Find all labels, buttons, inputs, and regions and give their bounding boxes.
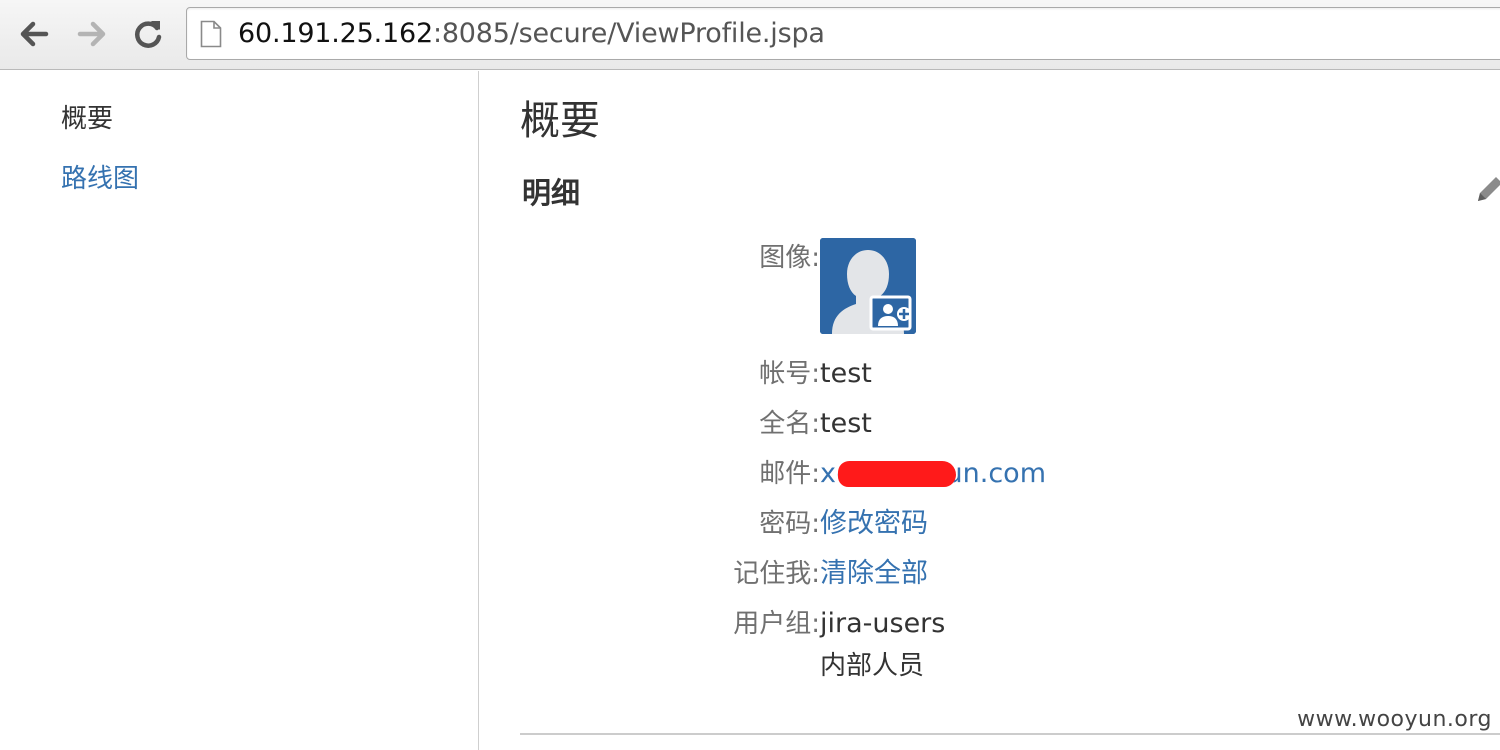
reload-icon [135,21,162,48]
back-arrow-icon [20,21,49,47]
username-value: test [820,358,872,389]
fullname-label: 全名: [759,409,820,439]
sidebar-item-summary[interactable]: 概要 [61,101,113,137]
fullname-value: test [820,408,872,439]
group-item: jira-users [820,608,946,639]
browser-toolbar: 60.191.25.162:8085/secure/ViewProfile.js… [0,0,1500,70]
group-item: 内部人员 [820,651,925,681]
groups-label: 用户组: [733,609,820,639]
clear-all-link[interactable]: 清除全部 [820,557,928,591]
forward-arrow-icon [77,21,106,47]
url-host: 60.191.25.162 [238,18,433,49]
avatar-icon [820,238,916,334]
address-bar[interactable]: 60.191.25.162:8085/secure/ViewProfile.js… [186,7,1500,60]
username-label: 帐号: [759,359,820,389]
pencil-icon[interactable] [1472,173,1500,207]
forward-button[interactable] [72,14,112,54]
back-button[interactable] [14,14,54,54]
avatar-label: 图像: [759,243,820,273]
password-label: 密码: [759,509,820,539]
avatar[interactable] [820,238,916,334]
remember-me-label: 记住我: [733,559,820,589]
email-label: 邮件: [759,459,820,489]
watermark: www.wooyun.org [1297,707,1492,732]
page-title: 概要 [520,98,600,144]
section-title: 明细 [522,176,581,210]
sidebar-item-roadmap[interactable]: 路线图 [61,161,139,197]
sidebar: 概要 路线图 [0,71,479,750]
email-field[interactable]: x@hundsun.com [820,457,1160,493]
url-path: :8085/secure/ViewProfile.jspa [432,18,825,49]
profile-main: 概要 明细 图像: 帐号: test 全名: test 邮件: x@hundsu… [520,71,1500,750]
url-text: 60.191.25.162:8085/secure/ViewProfile.js… [238,18,825,50]
redaction-mark [838,461,956,487]
change-password-link[interactable]: 修改密码 [820,507,928,541]
reload-button[interactable] [128,14,168,54]
page-icon [200,20,222,48]
